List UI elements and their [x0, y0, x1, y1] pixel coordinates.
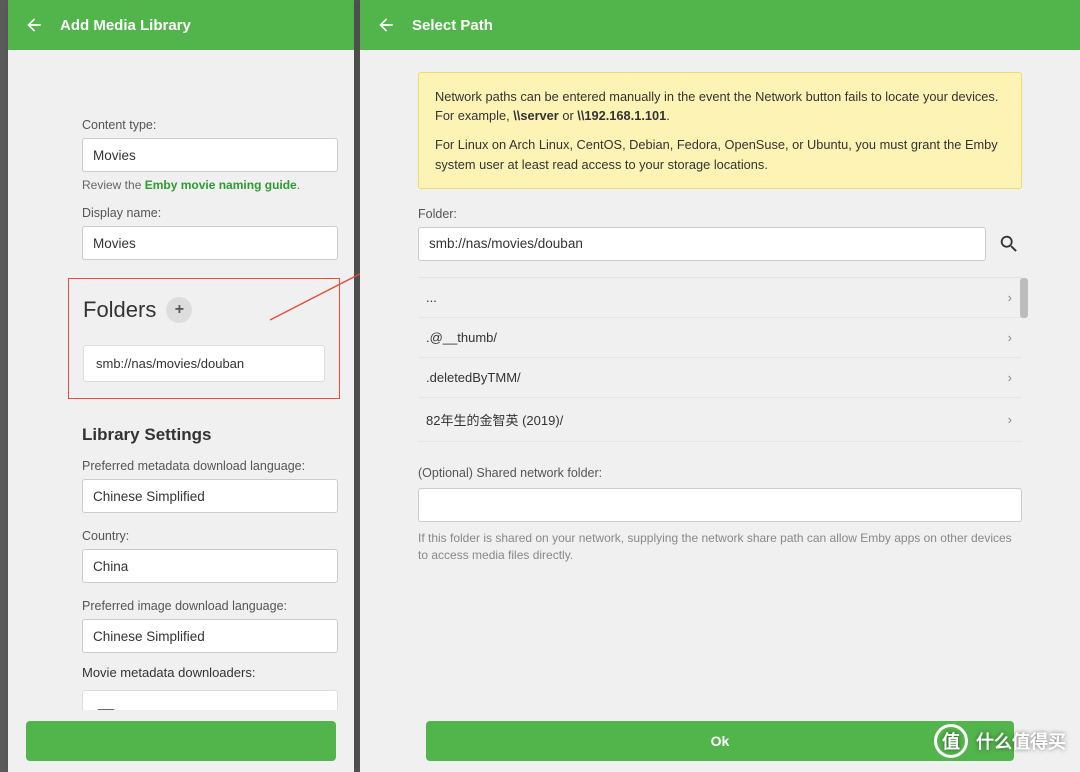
footer [8, 710, 354, 772]
watermark: 值 什么值得买 [934, 724, 1066, 758]
ok-button[interactable] [26, 721, 336, 761]
add-media-library-panel: Add Media Library Content type: Movies R… [8, 0, 354, 772]
chevron-right-icon: › [1008, 290, 1012, 305]
content-type-select[interactable]: Movies [82, 138, 338, 172]
pref-img-lang-select[interactable]: Chinese Simplified [82, 619, 338, 653]
downloader-item[interactable]: TheMovieDb [89, 701, 331, 710]
chevron-right-icon: › [1008, 412, 1012, 427]
chevron-right-icon: › [1008, 330, 1012, 345]
watermark-badge-icon: 值 [934, 724, 968, 758]
pref-meta-lang-select[interactable]: Chinese Simplified [82, 479, 338, 513]
library-settings-heading: Library Settings [82, 425, 338, 445]
pref-meta-lang-label: Preferred metadata download language: [82, 459, 338, 473]
panel-title: Add Media Library [60, 17, 191, 34]
optional-share-field: (Optional) Shared network folder: If thi… [418, 466, 1022, 565]
folder-path-input[interactable]: smb://nas/movies/douban [418, 227, 986, 261]
scrollbar[interactable] [1020, 278, 1028, 318]
folder-label: Folder: [418, 207, 1022, 221]
list-item[interactable]: .deletedByTMM/› [418, 358, 1022, 398]
country-select[interactable]: China [82, 549, 338, 583]
display-name-label: Display name: [82, 206, 338, 220]
pref-img-lang-label: Preferred image download language: [82, 599, 338, 613]
panel-header: Add Media Library [8, 0, 354, 50]
list-item[interactable]: 82年生的金智英 (2019)/› [418, 398, 1022, 442]
panel-title: Select Path [412, 17, 493, 34]
optional-share-input[interactable] [418, 488, 1022, 522]
display-name-field: Display name: Movies [8, 206, 354, 260]
select-path-panel: Select Path Network paths can be entered… [360, 0, 1080, 772]
folder-field: Folder: smb://nas/movies/douban [418, 207, 1022, 261]
panel-header: Select Path [360, 0, 1080, 50]
back-arrow-icon[interactable] [374, 13, 398, 37]
display-name-input[interactable]: Movies [82, 226, 338, 260]
downloaders-list: TheMovieDb The Open Movie Database [82, 690, 338, 710]
folder-browser-list: ...› .@__thumb/› .deletedByTMM/› 82年生的金智… [418, 277, 1022, 442]
network-path-hint: Network paths can be entered manually in… [418, 72, 1022, 189]
folder-path-row[interactable]: smb://nas/movies/douban [83, 345, 325, 382]
optional-share-note: If this folder is shared on your network… [418, 530, 1022, 565]
country-label: Country: [82, 529, 338, 543]
content-type-field: Content type: Movies Review the Emby mov… [8, 118, 354, 192]
folders-heading: Folders [83, 297, 156, 323]
ok-button[interactable]: Ok [426, 721, 1014, 761]
back-arrow-icon[interactable] [22, 13, 46, 37]
folders-section: Folders + smb://nas/movies/douban [68, 278, 340, 399]
search-icon[interactable] [996, 231, 1022, 257]
list-item[interactable]: .@__thumb/› [418, 318, 1022, 358]
naming-guide-hint: Review the Emby movie naming guide. [82, 178, 338, 192]
add-folder-button[interactable]: + [166, 297, 192, 323]
list-item[interactable]: ...› [418, 278, 1022, 318]
watermark-text: 什么值得买 [976, 728, 1066, 754]
chevron-right-icon: › [1008, 370, 1012, 385]
optional-share-label: (Optional) Shared network folder: [418, 466, 1022, 480]
downloaders-heading: Movie metadata downloaders: [82, 665, 338, 680]
library-settings-section: Library Settings Preferred metadata down… [8, 413, 354, 710]
naming-guide-link[interactable]: Emby movie naming guide [145, 178, 297, 192]
window-chrome [0, 0, 8, 772]
content-type-label: Content type: [82, 118, 338, 132]
